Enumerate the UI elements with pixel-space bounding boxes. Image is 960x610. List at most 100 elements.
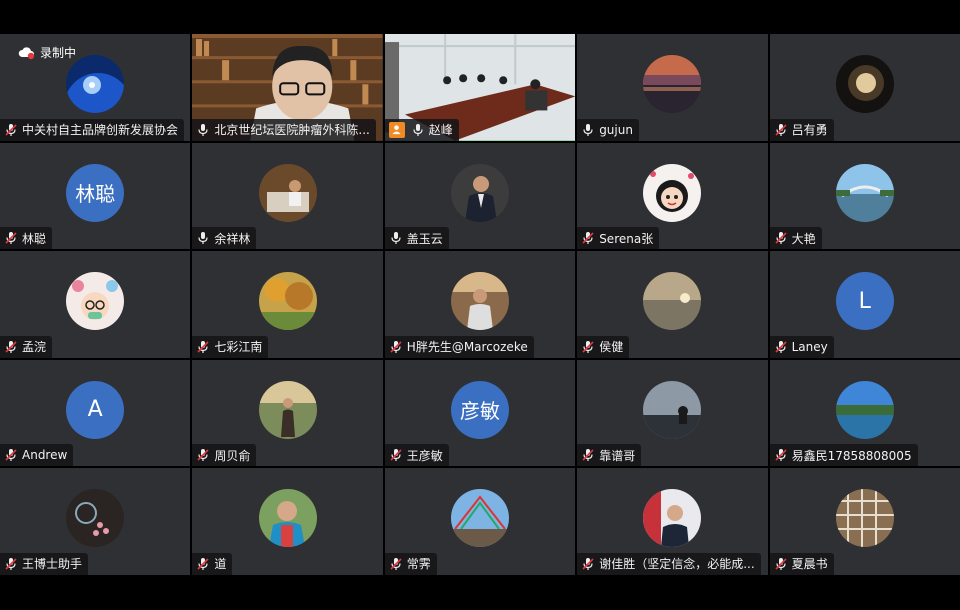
mic-muted-icon[interactable] [774,340,788,354]
name-tag: 赵峰 [384,118,459,141]
participant-name: 王彦敏 [406,448,443,463]
participant-name: 中关村自主品牌创新发展协会 [22,123,179,138]
mic-muted-icon[interactable] [774,231,788,245]
participant-tile[interactable]: 易鑫民17858808005 [769,359,960,467]
participant-tile[interactable]: gujun [577,34,768,141]
name-tag: Andrew [0,444,74,467]
participant-name: Serena张 [599,231,654,246]
mic-muted-icon[interactable] [4,123,18,137]
mic-on-icon[interactable] [196,231,210,245]
mic-muted-icon[interactable] [774,448,788,462]
name-tag: 大艳 [769,227,822,250]
name-tag: 孟浣 [0,335,53,358]
mic-muted-icon[interactable] [581,340,595,354]
participant-name: 北京世纪坛医院肿瘤外科陈... [214,123,370,138]
avatar [643,272,702,331]
mic-muted-icon[interactable] [581,557,595,571]
mic-on-icon[interactable] [411,123,425,137]
participant-name: 侯健 [599,340,624,355]
cloud-record-icon [18,46,35,59]
participant-name: 大艳 [791,231,816,246]
avatar [66,55,125,114]
avatar [643,163,702,222]
name-tag: 林聪 [0,227,53,250]
participant-name: 靠谱哥 [599,448,636,463]
avatar [258,163,317,222]
participant-name: H胖先生@Marcozeke [406,340,528,355]
participant-name: 七彩江南 [214,340,263,355]
name-tag: gujun [577,118,639,141]
name-tag: 七彩江南 [192,335,269,358]
participant-name: 常霁 [406,557,431,572]
participant-name: 易鑫民17858808005 [791,448,912,463]
avatar [835,55,894,114]
avatar-initials: A [66,380,125,439]
mic-muted-icon[interactable] [4,340,18,354]
mic-on-icon[interactable] [581,123,595,137]
participant-name: 吕有勇 [791,123,828,138]
participant-name: 道 [214,557,227,572]
avatar [258,380,317,439]
participant-name: 林聪 [22,231,47,246]
name-tag: H胖先生@Marcozeke [384,335,534,358]
recording-label: 录制中 [40,46,77,60]
name-tag: Serena张 [577,227,660,250]
participant-name: 孟浣 [22,340,47,355]
participant-tile[interactable]: 孟浣 [0,251,191,358]
participant-tile[interactable]: 大艳 [769,142,960,250]
name-tag: 谢佳胜（坚定信念，必能成... [577,552,761,575]
name-tag: 余祥林 [192,227,257,250]
participant-tile[interactable]: 道 [192,468,383,575]
participant-name: gujun [599,122,633,137]
participant-tile[interactable]: 余祥林 [192,142,383,250]
name-tag: 易鑫民17858808005 [769,444,918,467]
participant-tile[interactable]: 林聪 林聪 [0,142,191,250]
participant-tile[interactable]: 侯健 [577,251,768,358]
participant-tile[interactable]: 常霁 [384,468,576,575]
participant-tile[interactable]: 谢佳胜（坚定信念，必能成... [577,468,768,575]
participant-tile[interactable]: 周贝俞 [192,359,383,467]
mic-muted-icon[interactable] [774,557,788,571]
name-tag: 北京世纪坛医院肿瘤外科陈... [192,118,376,141]
mic-muted-icon[interactable] [389,557,403,571]
participant-tile[interactable]: 彦敏 王彦敏 [384,359,576,467]
mic-muted-icon[interactable] [4,557,18,571]
participant-name: 周贝俞 [214,448,251,463]
participant-tile[interactable]: L Laney [769,251,960,358]
mic-muted-icon[interactable] [581,448,595,462]
participant-tile[interactable]: 吕有勇 [769,34,960,141]
participant-tile[interactable]: 夏晨书 [769,468,960,575]
mic-muted-icon[interactable] [196,557,210,571]
name-tag: 中关村自主品牌创新发展协会 [0,118,185,141]
mic-muted-icon[interactable] [389,448,403,462]
name-tag: 王彦敏 [384,444,449,467]
participant-name: 夏晨书 [791,557,828,572]
participant-tile[interactable]: 北京世纪坛医院肿瘤外科陈... [192,34,383,141]
avatar [643,380,702,439]
name-tag: 夏晨书 [769,552,834,575]
participant-tile[interactable]: 七彩江南 [192,251,383,358]
avatar [450,272,509,331]
mic-on-icon[interactable] [196,123,210,137]
participant-grid: 中关村自主品牌创新发展协会 北京世纪坛医院肿瘤外科陈... 赵峰 gujun 吕有勇林聪… [0,34,960,575]
name-tag: 吕有勇 [769,118,834,141]
mic-muted-icon[interactable] [4,231,18,245]
participant-name: 王博士助手 [22,557,83,572]
participant-tile[interactable]: Serena张 [577,142,768,250]
mic-muted-icon[interactable] [196,448,210,462]
avatar-initials: L [835,272,894,331]
avatar-initials: 林聪 [66,163,125,222]
mic-muted-icon[interactable] [4,448,18,462]
mic-muted-icon[interactable] [581,231,595,245]
participant-tile[interactable]: 王博士助手 [0,468,191,575]
participant-tile[interactable]: 盖玉云 [384,142,576,250]
mic-on-icon[interactable] [389,231,403,245]
participant-tile[interactable]: H胖先生@Marcozeke [384,251,576,358]
participant-tile[interactable]: A Andrew [0,359,191,467]
mic-muted-icon[interactable] [389,340,403,354]
avatar [66,489,125,548]
mic-muted-icon[interactable] [774,123,788,137]
participant-tile[interactable]: 赵峰 [384,34,576,141]
participant-tile[interactable]: 靠谱哥 [577,359,768,467]
mic-muted-icon[interactable] [196,340,210,354]
